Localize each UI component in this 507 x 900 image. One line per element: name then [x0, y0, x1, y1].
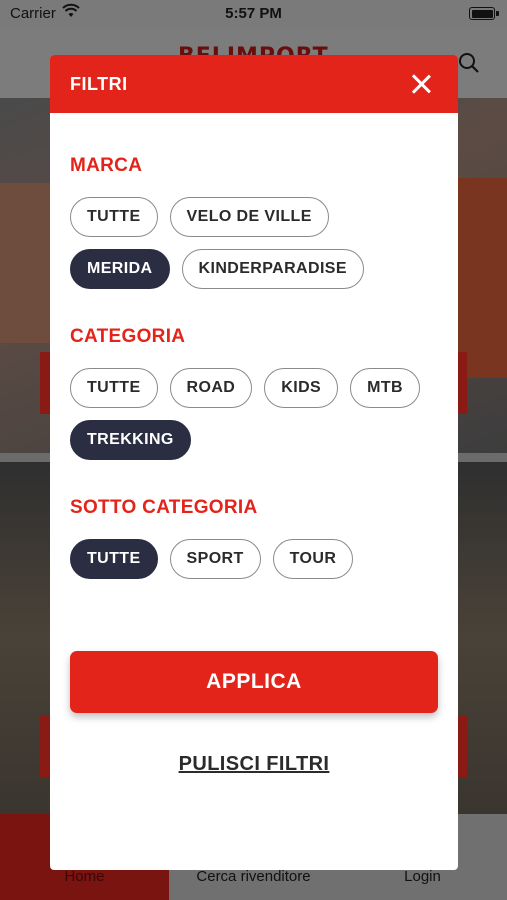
close-icon[interactable]	[410, 73, 432, 95]
chip-categoria-mtb[interactable]: MTB	[350, 368, 420, 408]
card-accent	[457, 715, 467, 777]
chip-marca-velo-de-ville[interactable]: VELO DE VILLE	[169, 197, 329, 237]
chip-marca-merida[interactable]: MERIDA	[70, 249, 170, 289]
section-title: MARCA	[70, 155, 143, 176]
chip-group: TUTTE SPORT TOUR	[70, 539, 440, 579]
card-accent	[457, 352, 467, 414]
chip-sotto-tour[interactable]: TOUR	[272, 539, 354, 579]
bridge-shape	[457, 178, 507, 378]
section-sotto-categoria: SOTTO CATEGORIA TUTTE SPORT TOUR	[70, 497, 440, 579]
building-shape	[0, 183, 50, 343]
chip-sotto-tutte[interactable]: TUTTE	[70, 539, 158, 579]
modal-header: FILTRI	[50, 55, 458, 113]
clock: 5:57 PM	[225, 5, 282, 22]
battery-tip	[496, 11, 499, 16]
chip-categoria-tutte[interactable]: TUTTE	[70, 368, 158, 408]
chip-marca-tutte[interactable]: TUTTE	[70, 197, 158, 237]
chip-marca-kinderparadise[interactable]: KINDERPARADISE	[181, 249, 364, 289]
search-icon[interactable]	[458, 52, 480, 74]
filter-modal: FILTRI MARCA TUTTE VELO DE VILLE MERIDA …	[50, 55, 458, 870]
chip-categoria-trekking[interactable]: TREKKING	[70, 420, 191, 460]
section-categoria: CATEGORIA TUTTE ROAD KIDS MTB TREKKING	[70, 326, 440, 460]
card-accent	[40, 352, 50, 414]
card-accent	[40, 715, 50, 777]
chip-categoria-kids[interactable]: KIDS	[264, 368, 339, 408]
status-bar: Carrier 5:57 PM	[0, 0, 507, 28]
modal-title: FILTRI	[70, 74, 128, 94]
section-title: CATEGORIA	[70, 326, 186, 347]
section-title: SOTTO CATEGORIA	[70, 497, 258, 518]
chip-group: TUTTE ROAD KIDS MTB TREKKING	[70, 368, 440, 460]
battery-icon	[469, 7, 495, 20]
apply-button[interactable]: APPLICA	[70, 651, 438, 713]
clear-filters-link[interactable]: PULISCI FILTRI	[50, 753, 458, 776]
chip-categoria-road[interactable]: ROAD	[169, 368, 253, 408]
chip-group: TUTTE VELO DE VILLE MERIDA KINDERPARADIS…	[70, 197, 440, 289]
chip-sotto-sport[interactable]: SPORT	[169, 539, 261, 579]
section-marca: MARCA TUTTE VELO DE VILLE MERIDA KINDERP…	[70, 155, 440, 289]
